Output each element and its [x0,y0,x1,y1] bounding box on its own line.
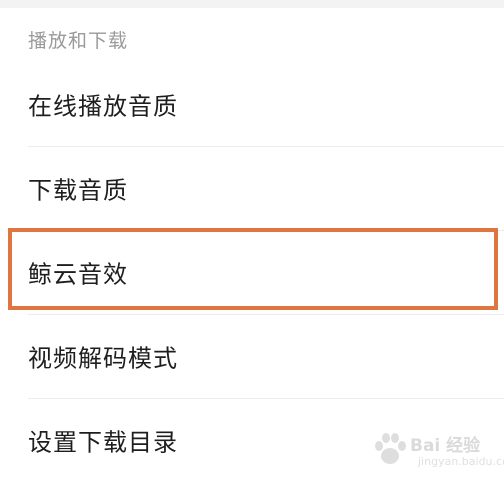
setting-item-label: 在线播放音质 [28,92,178,121]
watermark: Bai 经验 jingyan.baidu.com [366,423,504,479]
setting-item-online-playback-quality[interactable]: 在线播放音质 [0,62,504,146]
setting-item-video-decode-mode[interactable]: 视频解码模式 [0,314,504,398]
section-header: 播放和下载 [28,30,129,52]
setting-item-label: 设置下载目录 [28,428,178,457]
watermark-subtext: jingyan.baidu.com [418,455,504,468]
watermark-text: Bai 经验 [410,436,481,456]
setting-item-label: 鲸云音效 [28,260,128,289]
top-divider-strip [0,0,504,8]
setting-item-label: 下载音质 [28,176,128,205]
paw-icon [375,433,406,464]
settings-page: 播放和下载 在线播放音质 下载音质 鲸云音效 视频解码模式 设置下载目录 Bai… [0,0,504,485]
setting-item-sound-effects[interactable]: 鲸云音效 [0,230,504,314]
setting-item-download-quality[interactable]: 下载音质 [0,146,504,230]
setting-item-label: 视频解码模式 [28,344,178,373]
